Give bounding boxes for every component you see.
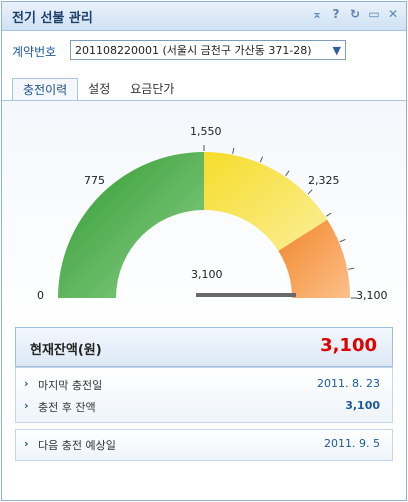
help-icon[interactable]: ? (329, 7, 343, 21)
last-charge-row: › 마지막 충전일 2011. 8. 23 (24, 377, 380, 395)
charge-info-box: › 마지막 충전일 2011. 8. 23 › 충전 후 잔액 3,100 (15, 367, 393, 423)
gauge-tick (232, 147, 235, 154)
gauge-tick (348, 267, 355, 270)
chevron-right-icon: › (24, 377, 29, 390)
gauge-tick (339, 238, 346, 243)
tab-charge-history[interactable]: 충전이력 (12, 78, 79, 102)
collapse-icon[interactable]: ⌅ (310, 7, 324, 21)
next-charge-box: › 다음 충전 예상일 2011. 9. 5 (15, 429, 393, 461)
gauge-needle (196, 293, 296, 297)
current-balance-value: 3,100 (320, 335, 377, 356)
gauge-label-mid: 1,550 (190, 125, 222, 138)
last-charge-label: 마지막 충전일 (38, 379, 103, 392)
next-charge-label: 다음 충전 예상일 (38, 439, 116, 452)
tab-rates[interactable]: 요금단가 (120, 78, 184, 100)
gauge-value-readout: 3,100 (191, 268, 223, 281)
prepaid-electricity-widget: 전기 선불 관리 ⌅ ? ↻ ▭ ✕ 계약번호 201108220001 (서울… (1, 1, 407, 501)
after-charge-row: › 충전 후 잔액 3,100 (24, 399, 380, 417)
title-tools: ⌅ ? ↻ ▭ ✕ (310, 7, 400, 21)
next-charge-value: 2011. 9. 5 (324, 437, 380, 450)
contract-label: 계약번호 (12, 45, 57, 59)
gauge-label-min: 0 (37, 289, 44, 302)
chevron-right-icon: › (24, 399, 29, 412)
chevron-right-icon: › (24, 437, 29, 450)
gauge-label-max: 3,100 (356, 289, 388, 302)
close-icon[interactable]: ✕ (386, 7, 400, 21)
after-charge-label: 충전 후 잔액 (38, 401, 96, 414)
tab-bar: 충전이력 설정 요금단가 (12, 78, 184, 102)
gauge-tick (307, 189, 313, 195)
gauge-tick (285, 170, 290, 177)
after-charge-value: 3,100 (345, 399, 380, 412)
gauge-label-q3: 2,325 (308, 174, 340, 187)
gauge-tick (259, 156, 264, 163)
contract-selected-value: 201108220001 (서울시 금천구 가산동 371-28) (75, 44, 312, 57)
chevron-down-icon[interactable]: ▼ (333, 41, 341, 59)
refresh-icon[interactable]: ↻ (348, 7, 362, 21)
next-charge-row: › 다음 충전 예상일 2011. 9. 5 (24, 437, 380, 455)
maximize-icon[interactable]: ▭ (367, 7, 381, 21)
gauge-label-q1: 775 (84, 174, 105, 187)
gauge-band-green (58, 152, 204, 298)
tab-settings[interactable]: 설정 (78, 78, 120, 100)
last-charge-value: 2011. 8. 23 (317, 377, 380, 390)
gauge-tick (325, 212, 332, 217)
current-balance-label: 현재잔액(원) (30, 343, 102, 358)
contract-select[interactable]: 201108220001 (서울시 금천구 가산동 371-28) ▼ (70, 40, 346, 60)
title-bar: 전기 선불 관리 ⌅ ? ↻ ▭ ✕ (2, 2, 406, 31)
widget-title: 전기 선불 관리 (12, 11, 93, 26)
current-balance-bar: 현재잔액(원) 3,100 (15, 327, 393, 367)
charge-history-panel: 0 775 1,550 2,325 3,100 3,100 현재잔액(원) 3,… (2, 101, 406, 500)
